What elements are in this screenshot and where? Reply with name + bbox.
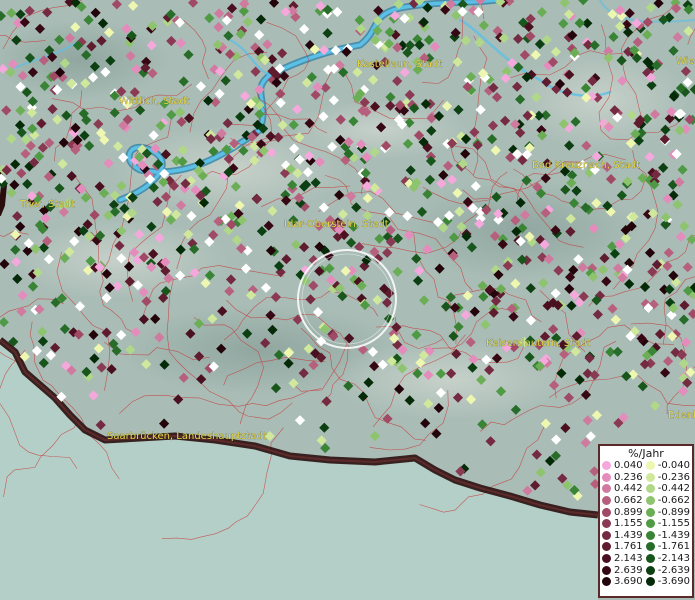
legend-label: 1.439	[614, 529, 643, 541]
legend-label: -0.899	[657, 506, 690, 518]
legend-label: -1.761	[657, 541, 690, 553]
city-label-trier: Trier, Stadt	[19, 199, 75, 210]
legend-entry: -0.236	[645, 471, 690, 484]
legend-swatch	[602, 472, 611, 482]
legend-entry: 0.236	[602, 472, 646, 484]
city-label-kaiserslautern: Kaiserslautern, Stadt	[486, 338, 591, 349]
legend-swatch	[645, 472, 655, 482]
legend-swatch	[602, 530, 611, 540]
legend-swatch	[645, 461, 655, 471]
legend-label: -0.236	[657, 471, 690, 483]
legend-entry: 2.639	[602, 564, 646, 576]
legend-entry: -0.442	[645, 483, 690, 495]
legend-label: -3.690	[657, 576, 690, 588]
legend-swatch	[645, 519, 655, 529]
city-label-wies: Wies	[676, 56, 695, 67]
legend-label: 3.690	[614, 576, 643, 588]
legend-swatch	[602, 542, 611, 552]
legend-label: 2.143	[614, 553, 643, 565]
legend-entry: 0.040	[602, 460, 646, 472]
map-canvas[interactable]: Kastellaun, Stadt Wittlich, Stadt Wies B…	[0, 0, 695, 600]
legend-entry: -0.662	[645, 495, 690, 507]
legend-swatch	[602, 519, 611, 529]
legend-swatch	[645, 496, 655, 506]
legend-title: %/Jahr	[628, 447, 664, 460]
legend-swatch	[602, 484, 611, 494]
legend-label: 2.639	[614, 564, 643, 576]
legend-swatch	[645, 542, 655, 552]
legend-swatch	[602, 554, 611, 564]
legend-swatch	[602, 577, 611, 587]
city-label-wittlich: Wittlich, Stadt	[119, 96, 190, 107]
legend-swatch	[645, 530, 655, 540]
legend-label: -2.143	[657, 553, 690, 565]
legend-entry: 1.761	[602, 541, 646, 553]
legend-swatch	[645, 484, 655, 494]
legend-swatch	[602, 565, 611, 575]
city-label-kastellaun: Kastellaun, Stadt	[357, 59, 442, 70]
legend-label: -2.639	[657, 564, 690, 576]
legend-label: 0.236	[614, 471, 643, 483]
legend-entry: -0.899	[645, 506, 690, 518]
legend-negative-column: -0.040 -0.236 -0.442 -0.662 -0.899 -1.155 -1.4…	[645, 460, 690, 588]
legend-swatch	[602, 461, 611, 471]
legend-swatch	[645, 507, 655, 517]
city-label-saarbruecken: Saarbrücken, Landeshauptstadt	[107, 431, 267, 442]
legend-entry: 0.442	[602, 483, 646, 495]
legend-entry: -2.143	[645, 553, 690, 565]
legend-label: 1.761	[614, 541, 643, 553]
legend-label: -0.662	[657, 495, 690, 507]
legend-entry: -0.040	[645, 460, 690, 472]
legend-label: 0.040	[614, 460, 643, 472]
legend-label: -0.442	[657, 483, 690, 495]
legend-entry: -2.639	[645, 564, 690, 576]
legend-label: -1.439	[657, 529, 690, 541]
legend-entry: 1.439	[602, 530, 646, 542]
legend-entry: -1.155	[645, 518, 690, 530]
legend-entry: 0.662	[602, 495, 646, 507]
legend-label: 1.155	[614, 518, 643, 530]
legend-entry: 2.143	[602, 553, 646, 565]
city-label-edenk: Edenk	[668, 410, 695, 421]
legend-swatch	[645, 554, 655, 564]
legend-entry: 3.690	[602, 576, 646, 588]
legend-swatch	[645, 577, 655, 587]
legend-label: -0.040	[657, 460, 690, 472]
legend-label: -1.155	[657, 518, 690, 530]
legend-entry: 1.155	[602, 518, 646, 530]
legend-entry: -1.761	[645, 541, 690, 553]
city-label-idar-oberstein: Idar-Oberstein, Stadt	[284, 219, 389, 230]
legend-swatch	[602, 496, 611, 506]
legend-positive-column: 0.040 0.236 0.442 0.662 0.899 1.155 1.439 1.761…	[602, 460, 646, 588]
legend-label: 0.442	[614, 483, 643, 495]
legend-entry: -3.690	[645, 576, 690, 588]
legend-swatch	[645, 565, 655, 575]
city-label-bad-kreuznach: Bad Kreuznach, Stadt	[532, 160, 640, 171]
legend-entry: 0.899	[602, 506, 646, 518]
legend-entry: -1.439	[645, 529, 690, 542]
legend-label: 0.662	[614, 495, 643, 507]
legend-swatch	[602, 507, 611, 517]
legend-panel: %/Jahr 0.040 0.236 0.442 0.662 0.899 1.155 1.4…	[598, 444, 694, 598]
legend-label: 0.899	[614, 506, 643, 518]
